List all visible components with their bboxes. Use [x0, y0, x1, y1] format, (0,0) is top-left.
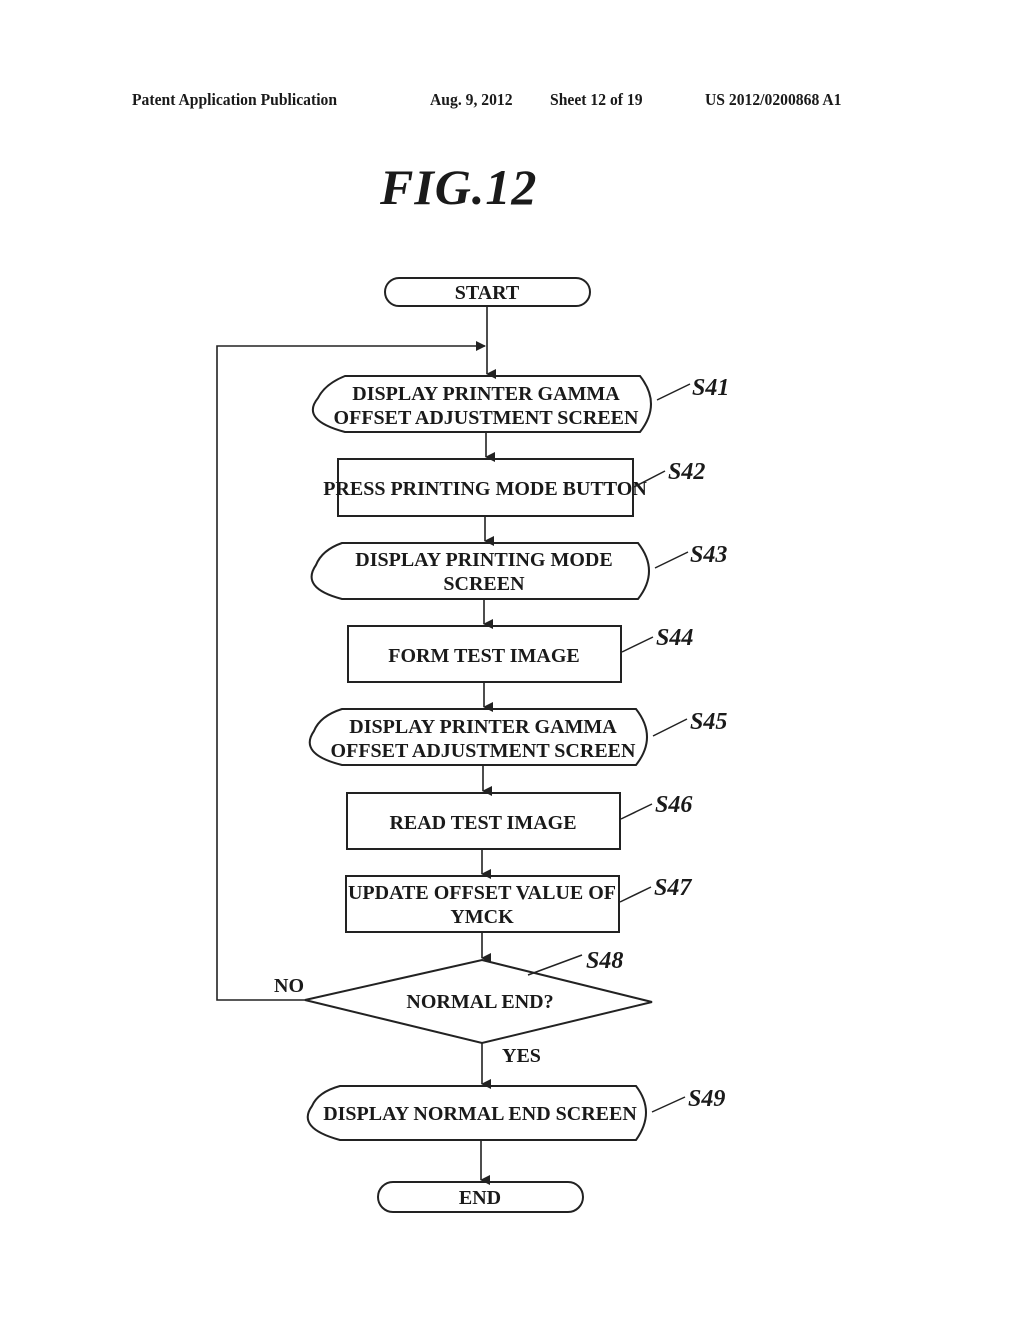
step-s45-line1: DISPLAY PRINTER GAMMA: [349, 716, 617, 738]
step-s43-line2: SCREEN: [443, 573, 525, 595]
step-s43-label: S43: [690, 542, 727, 568]
end-label: END: [459, 1187, 501, 1209]
step-s49-line1: DISPLAY NORMAL END SCREEN: [323, 1103, 637, 1125]
step-s43-line1: DISPLAY PRINTING MODE: [355, 549, 612, 571]
step-s41-label: S41: [692, 375, 729, 401]
step-s47-line1: UPDATE OFFSET VALUE OF: [348, 882, 616, 904]
step-s41-line1: DISPLAY PRINTER GAMMA: [352, 383, 620, 405]
step-s42-line1: PRESS PRINTING MODE BUTTON: [323, 478, 647, 500]
step-s48-label: S48: [586, 948, 623, 974]
step-s47-line2: YMCK: [450, 906, 514, 928]
step-s47-label: S47: [654, 875, 692, 901]
step-s49-label: S49: [688, 1086, 725, 1112]
flowchart: START END DISPLAY PRINTER GAMMA OFFSET A…: [216, 277, 729, 1213]
step-s48-line1: NORMAL END?: [406, 991, 553, 1013]
step-s41-line2: OFFSET ADJUSTMENT SCREEN: [334, 407, 639, 429]
step-s46-line1: READ TEST IMAGE: [389, 812, 576, 834]
branch-yes-label: YES: [502, 1045, 541, 1067]
step-s46-label: S46: [655, 792, 692, 818]
branch-no-label: NO: [274, 975, 304, 997]
step-s44-line1: FORM TEST IMAGE: [388, 645, 580, 667]
start-label: START: [455, 282, 520, 304]
step-s44-label: S44: [656, 625, 693, 651]
step-s42-label: S42: [668, 459, 705, 485]
step-s45-label: S45: [690, 709, 727, 735]
step-s45-line2: OFFSET ADJUSTMENT SCREEN: [331, 740, 636, 762]
